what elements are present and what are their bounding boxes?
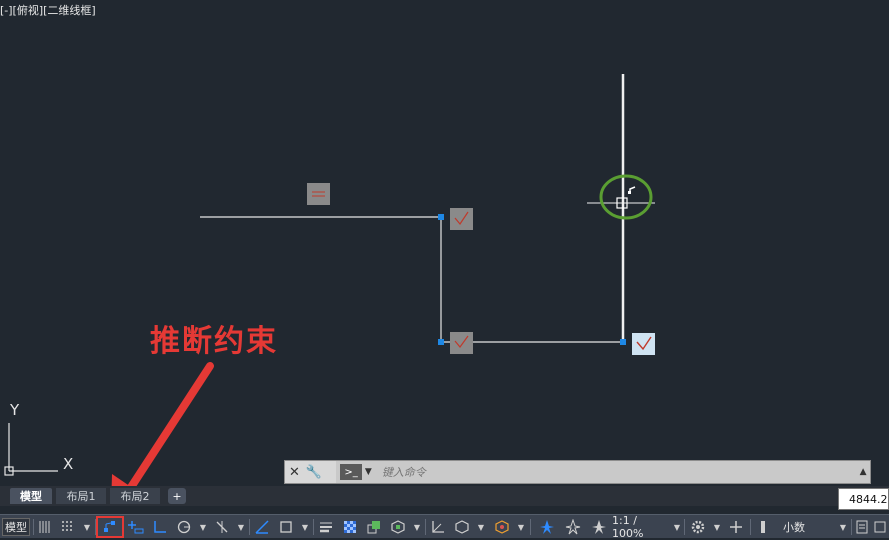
tab-model[interactable]: 模型 bbox=[10, 488, 52, 504]
horizontal-constraint-icon[interactable] bbox=[307, 183, 330, 205]
command-prompt-icon[interactable]: >_ bbox=[340, 464, 362, 480]
grip-point[interactable] bbox=[438, 339, 444, 345]
chevron-down-icon[interactable]: ▼ bbox=[365, 467, 372, 477]
annotation-label: 推断约束 bbox=[150, 324, 278, 359]
selection-cycling-icon[interactable] bbox=[364, 518, 384, 536]
grid-icon[interactable] bbox=[36, 518, 54, 536]
annotation-scale-selector[interactable]: 1:1 / 100% bbox=[612, 514, 670, 540]
dynamic-ucs-icon[interactable] bbox=[428, 518, 448, 536]
selection-filter-icon[interactable] bbox=[452, 518, 472, 536]
units-selector[interactable]: 小数 bbox=[776, 518, 812, 536]
tab-layout1[interactable]: 布局1 bbox=[56, 488, 106, 504]
perpendicular-constraint-icon[interactable] bbox=[450, 332, 473, 354]
ucs-y-label: Y bbox=[10, 401, 20, 419]
tab-layout2[interactable]: 布局2 bbox=[110, 488, 160, 504]
chevron-down-icon[interactable]: ▼ bbox=[410, 518, 422, 536]
3d-object-snap-icon[interactable] bbox=[388, 518, 408, 536]
auto-scale-icon[interactable] bbox=[562, 518, 584, 536]
dynamic-input-icon[interactable] bbox=[126, 518, 146, 536]
infer-constraints-icon bbox=[104, 521, 115, 532]
crosshair-cursor bbox=[587, 197, 655, 209]
chevron-down-icon[interactable]: ▼ bbox=[298, 518, 310, 536]
chevron-down-icon[interactable]: ▼ bbox=[670, 518, 682, 536]
object-snap-icon[interactable] bbox=[276, 518, 296, 536]
ucs-icon bbox=[4, 423, 58, 476]
quick-properties-icon[interactable] bbox=[854, 518, 870, 536]
chevron-down-icon[interactable]: ▼ bbox=[836, 518, 848, 536]
status-bar: 模型 ▼ ▼ ▼ ▼ ▼ ▼ ▼ 1:1 / 100% ▼ ▼ 小数 ▼ bbox=[0, 514, 889, 540]
chevron-down-icon[interactable]: ▼ bbox=[80, 518, 92, 536]
layout-tabs: 模型 布局1 布局2 + bbox=[0, 486, 889, 506]
snap-mode-icon[interactable] bbox=[58, 518, 78, 536]
plus-icon[interactable] bbox=[726, 518, 746, 536]
highlight-circle bbox=[599, 174, 653, 220]
chevron-down-icon[interactable]: ▼ bbox=[474, 518, 486, 536]
chevron-down-icon[interactable]: ▼ bbox=[514, 518, 526, 536]
transparency-icon[interactable] bbox=[340, 518, 360, 536]
ucs-x-label: X bbox=[63, 455, 74, 473]
wrench-icon[interactable]: 🔧 bbox=[306, 465, 322, 480]
isolate-objects-icon[interactable] bbox=[756, 518, 770, 536]
gizmo-icon[interactable] bbox=[492, 518, 512, 536]
close-icon[interactable]: ✕ bbox=[289, 465, 300, 480]
infer-constraints-button[interactable] bbox=[96, 516, 124, 538]
perpendicular-snap-icon bbox=[628, 186, 636, 194]
perpendicular-constraint-icon[interactable] bbox=[632, 333, 655, 355]
model-space-button[interactable]: 模型 bbox=[2, 518, 30, 536]
isometric-drafting-icon[interactable] bbox=[212, 518, 232, 536]
add-layout-button[interactable]: + bbox=[168, 488, 186, 504]
grip-point[interactable] bbox=[620, 339, 626, 345]
chevron-down-icon[interactable]: ▼ bbox=[710, 518, 722, 536]
grip-point[interactable] bbox=[438, 214, 444, 220]
perpendicular-constraint-icon[interactable] bbox=[450, 208, 473, 230]
annotation-scale-icon[interactable] bbox=[588, 518, 610, 536]
chevron-up-icon[interactable]: ▲ bbox=[856, 461, 870, 483]
lineweight-icon[interactable] bbox=[316, 518, 336, 536]
command-line: ✕ 🔧 >_ ▼ ▲ bbox=[284, 460, 871, 484]
fullscreen-icon[interactable] bbox=[872, 518, 888, 536]
drawing-canvas[interactable] bbox=[0, 0, 889, 486]
object-snap-tracking-icon[interactable] bbox=[252, 518, 272, 536]
annotation-visibility-icon[interactable] bbox=[536, 518, 558, 536]
ortho-mode-icon[interactable] bbox=[150, 518, 170, 536]
chevron-down-icon[interactable]: ▼ bbox=[196, 518, 208, 536]
chevron-down-icon[interactable]: ▼ bbox=[234, 518, 246, 536]
polar-tracking-icon[interactable] bbox=[174, 518, 194, 536]
coordinates-readout: 4844.2 bbox=[838, 488, 889, 510]
gear-icon[interactable] bbox=[688, 518, 708, 536]
annotation-arrow bbox=[111, 362, 214, 486]
command-input[interactable] bbox=[379, 464, 857, 480]
